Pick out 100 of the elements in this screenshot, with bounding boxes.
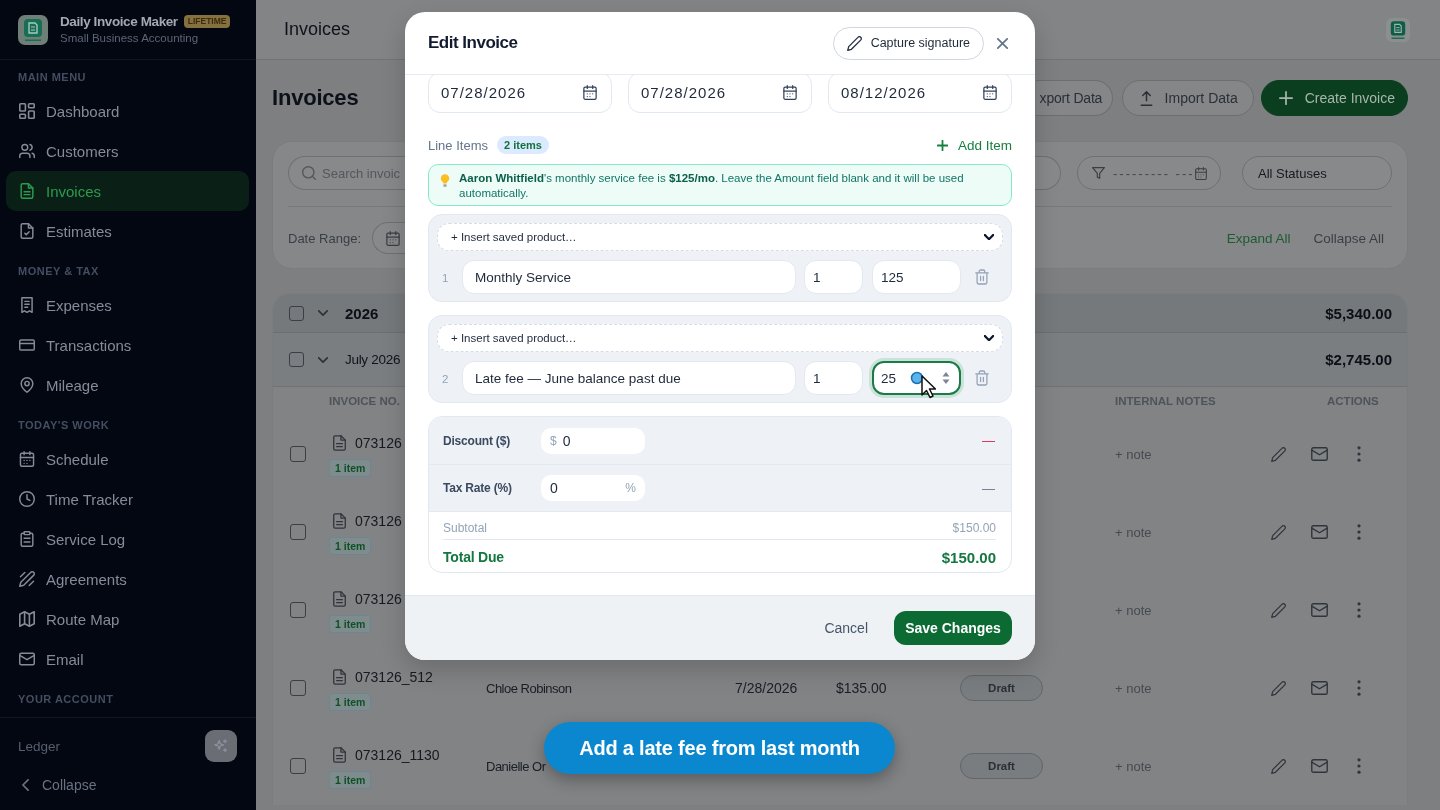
sparkle-icon: [214, 739, 228, 753]
sidebar-item[interactable]: Email: [6, 639, 249, 679]
checkbox[interactable]: [289, 305, 304, 321]
adjustment-label: Discount ($): [443, 433, 511, 448]
clock-icon: [19, 491, 35, 507]
item-count-badge: 1 item: [329, 615, 372, 633]
discount-field[interactable]: $ 0: [541, 427, 645, 454]
sidebar-item[interactable]: Estimates: [6, 211, 249, 251]
document-icon: [333, 747, 346, 763]
import-button[interactable]: Import Data: [1121, 80, 1254, 116]
checkbox[interactable]: [290, 446, 306, 462]
line-number: 2: [442, 373, 449, 385]
sidebar-item[interactable]: Expenses: [6, 285, 249, 325]
item-count-badge: 1 item: [329, 537, 372, 555]
filter-icon: [1092, 167, 1105, 179]
stepper-arrows-icon[interactable]: [942, 371, 950, 385]
edit-pencil-icon[interactable]: [1271, 602, 1286, 618]
adjustment-label: Tax Rate (%): [443, 481, 513, 495]
sparkle-button[interactable]: [205, 730, 237, 762]
clipboard-icon: [19, 531, 35, 547]
quantity-field[interactable]: 1: [804, 361, 863, 395]
edit-pencil-icon[interactable]: [1271, 758, 1286, 774]
map-icon: [19, 611, 35, 627]
sidebar-item[interactable]: Route Map: [6, 599, 249, 639]
invoice-number: 073126_1130: [355, 747, 440, 763]
export-button[interactable]: xport Data: [1035, 80, 1113, 116]
app-subtitle: Small Business Accounting: [60, 31, 200, 46]
checkbox[interactable]: [290, 524, 306, 540]
more-options-icon[interactable]: [1357, 602, 1361, 618]
dialog-title: Edit Invoice: [428, 33, 518, 53]
checkbox[interactable]: [290, 758, 306, 774]
envelope-icon[interactable]: [1311, 525, 1328, 539]
map-pin-icon: [19, 377, 35, 393]
amount-field[interactable]: 125: [872, 260, 961, 294]
cancel-button[interactable]: Cancel: [824, 620, 868, 636]
adjustment-value: —: [982, 433, 995, 448]
sidebar-item[interactable]: Schedule: [6, 439, 249, 479]
edit-pencil-icon[interactable]: [1271, 446, 1286, 462]
chevron-down-icon[interactable]: [318, 310, 328, 316]
more-options-icon[interactable]: [1357, 680, 1361, 696]
sidebar-item[interactable]: Invoices: [6, 171, 249, 211]
customer-name: Danielle Or: [486, 758, 546, 774]
checkbox[interactable]: [289, 352, 304, 367]
group-total: $5,340.00: [1325, 304, 1392, 322]
subtotal-label: Subtotal: [443, 521, 488, 535]
sidebar-item[interactable]: Service Log: [6, 519, 249, 559]
document-check-icon: [19, 223, 35, 239]
envelope-icon[interactable]: [1311, 681, 1328, 695]
checkbox[interactable]: [290, 680, 306, 696]
layout-grid-icon: [19, 103, 35, 119]
group-label: July 2026: [345, 352, 401, 367]
sidebar-item[interactable]: Mileage: [6, 365, 249, 405]
collapse-button[interactable]: Collapse: [18, 773, 97, 797]
description-field[interactable]: Late fee — June balance past due: [462, 361, 796, 395]
capture-signature-button[interactable]: Capture signature: [832, 26, 984, 60]
add-item-button[interactable]: Add Item: [936, 137, 1012, 153]
create-invoice-button[interactable]: Create Invoice: [1260, 80, 1408, 116]
pencil-icon: [19, 571, 35, 587]
upload-icon: [1139, 90, 1153, 106]
trash-icon[interactable]: [975, 370, 989, 386]
more-options-icon[interactable]: [1357, 758, 1361, 774]
sidebar-item[interactable]: Dashboard: [6, 91, 249, 131]
chevron-down-icon[interactable]: [318, 356, 328, 363]
document-icon: [333, 591, 346, 607]
sidebar-item[interactable]: Customers: [6, 131, 249, 171]
envelope-icon[interactable]: [1311, 759, 1328, 773]
tax-rate-field[interactable]: 0 %: [541, 475, 645, 501]
date-range-field[interactable]: [372, 222, 405, 254]
status-select[interactable]: All Statuses: [1242, 156, 1392, 190]
status-badge: Draft: [960, 753, 1043, 779]
product-select[interactable]: + Insert saved product…: [437, 324, 1003, 352]
checkbox[interactable]: [290, 602, 306, 618]
edit-pencil-icon[interactable]: [1271, 524, 1286, 540]
status-badge: Draft: [960, 675, 1043, 701]
document-icon: [333, 513, 346, 529]
quantity-field[interactable]: 1: [804, 260, 863, 294]
plan-badge: LIFETIME: [183, 14, 231, 28]
save-button[interactable]: Save Changes: [894, 611, 1012, 645]
envelope-icon[interactable]: [1311, 447, 1328, 461]
envelope-icon: [19, 651, 35, 667]
invoice-number: 073126: [355, 591, 402, 607]
close-icon[interactable]: [997, 37, 1008, 49]
total-due-label: Total Due: [443, 549, 504, 565]
edit-pencil-icon[interactable]: [1271, 680, 1286, 696]
product-select[interactable]: + Insert saved product…: [437, 223, 1003, 251]
search-field[interactable]: [1034, 156, 1061, 190]
more-options-icon[interactable]: [1357, 446, 1361, 462]
more-options-icon[interactable]: [1357, 524, 1361, 540]
description-field[interactable]: Monthly Service: [462, 260, 796, 294]
invoice-date: 7/28/2026: [735, 680, 798, 696]
collapse-all-button[interactable]: Collapse All: [1313, 230, 1384, 246]
envelope-icon[interactable]: [1311, 603, 1328, 617]
line-items-label: Line Items: [428, 137, 488, 153]
section-heading: MONEY & TAX: [18, 264, 99, 278]
trash-icon[interactable]: [975, 269, 989, 285]
calendar-icon: [19, 451, 35, 467]
sidebar-item[interactable]: Time Tracker: [6, 479, 249, 519]
sidebar-item[interactable]: Agreements: [6, 559, 249, 599]
document-icon: [333, 669, 346, 685]
sidebar-item[interactable]: Transactions: [6, 325, 249, 365]
